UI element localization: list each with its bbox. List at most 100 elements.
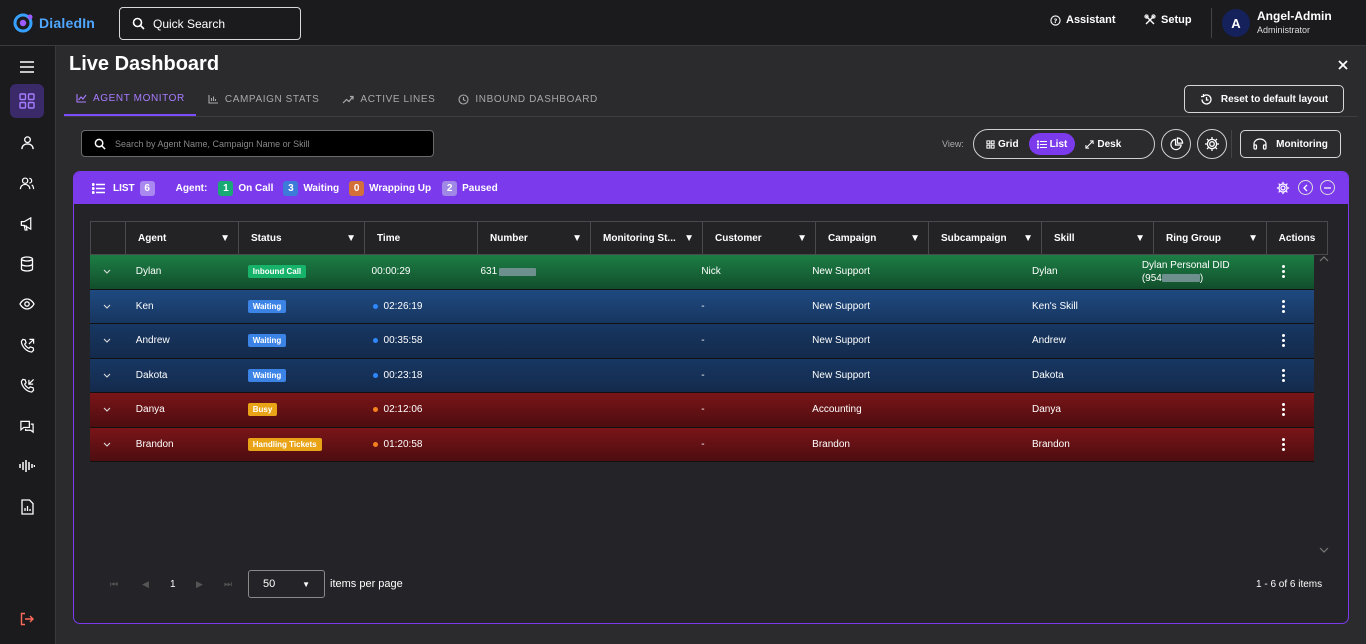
more-actions-icon[interactable]	[1282, 334, 1286, 348]
monitoring-button[interactable]: Monitoring	[1240, 130, 1341, 158]
header-time[interactable]: Time	[364, 222, 477, 254]
status-cell: Waiting	[236, 359, 361, 393]
chevron-down-icon[interactable]	[103, 269, 111, 275]
user-name[interactable]: Angel-Admin	[1257, 9, 1332, 23]
close-icon[interactable]	[1336, 58, 1350, 72]
next-page-button[interactable]: ▶	[196, 570, 203, 598]
chevron-down-icon[interactable]	[103, 338, 111, 344]
table-row[interactable]: Brandon Handling Tickets 01:20:58 - Brandon B…	[90, 427, 1314, 462]
current-page[interactable]: 1	[170, 570, 176, 598]
sidebar-item-users[interactable]	[10, 166, 44, 200]
per-page-select[interactable]: 50 ▼	[248, 570, 325, 598]
sidebar-item-database[interactable]	[10, 247, 44, 281]
table-row[interactable]: Andrew Waiting 00:35:58 - New Support Andrew	[90, 324, 1314, 359]
chevron-down-icon[interactable]	[103, 304, 111, 309]
panel-collapse-left-button[interactable]	[1298, 180, 1313, 195]
filter-icon[interactable]: ▼	[1023, 233, 1033, 244]
table-row[interactable]: Danya Busy 02:12:06 - Accounting Danya	[90, 393, 1314, 428]
chevron-down-icon[interactable]	[103, 442, 111, 447]
reset-layout-button[interactable]: Reset to default layout	[1184, 85, 1344, 113]
paused-label[interactable]: Paused	[462, 183, 498, 194]
actions-cell[interactable]	[1254, 255, 1314, 289]
tab-inbound-dashboard[interactable]: INBOUND DASHBOARD	[446, 90, 608, 116]
chevron-up-icon[interactable]	[1319, 256, 1329, 262]
expand-cell[interactable]	[90, 290, 124, 324]
view-grid-button[interactable]: Grid	[978, 133, 1027, 155]
table-row[interactable]: Ken Waiting 02:26:19 - New Support Ken's Skil…	[90, 289, 1314, 324]
more-actions-icon[interactable]	[1282, 265, 1286, 279]
on-call-label[interactable]: On Call	[238, 183, 273, 194]
more-actions-icon[interactable]	[1282, 299, 1286, 313]
actions-cell[interactable]	[1254, 324, 1314, 358]
header-number[interactable]: Number ▼	[477, 222, 590, 254]
header-subcampaign[interactable]: Subcampaign ▼	[928, 222, 1041, 254]
sidebar-item-inbound[interactable]	[10, 368, 44, 402]
filter-icon[interactable]: ▼	[572, 233, 582, 244]
expand-cell[interactable]	[90, 255, 124, 289]
header-status[interactable]: Status ▼	[238, 222, 364, 254]
tab-campaign-stats[interactable]: CAMPAIGN STATS	[196, 90, 331, 116]
agent-search-input[interactable]	[115, 138, 415, 149]
sidebar-item-reports[interactable]	[10, 490, 44, 524]
header-skill[interactable]: Skill ▼	[1041, 222, 1153, 254]
table-scrollbar[interactable]	[1319, 256, 1329, 561]
actions-cell[interactable]	[1254, 428, 1314, 462]
avatar[interactable]: A	[1222, 9, 1250, 37]
sidebar-item-monitor[interactable]	[10, 287, 44, 321]
header-campaign[interactable]: Campaign ▼	[815, 222, 928, 254]
table-row[interactable]: Dakota Waiting 00:23:18 - New Support Dakota	[90, 358, 1314, 393]
sidebar-item-voice[interactable]	[10, 449, 44, 483]
time-cell: 00:35:58	[361, 324, 473, 358]
waiting-label[interactable]: Waiting	[303, 183, 339, 194]
app-logo[interactable]: DialedIn	[12, 11, 95, 35]
settings-button[interactable]	[1197, 129, 1227, 159]
sidebar-item-user[interactable]	[10, 125, 44, 159]
filter-icon[interactable]: ▼	[220, 233, 230, 244]
actions-cell[interactable]	[1254, 290, 1314, 324]
more-actions-icon[interactable]	[1282, 437, 1286, 451]
tab-agent-monitor[interactable]: AGENT MONITOR	[64, 90, 196, 116]
chevron-down-icon[interactable]	[1319, 547, 1329, 553]
filter-icon[interactable]: ▼	[684, 233, 694, 244]
expand-cell[interactable]	[90, 428, 124, 462]
wrapping-up-label[interactable]: Wrapping Up	[369, 183, 431, 194]
actions-cell[interactable]	[1254, 359, 1314, 393]
tab-active-lines[interactable]: ACTIVE LINES	[330, 90, 446, 116]
filter-icon[interactable]: ▼	[1135, 233, 1145, 244]
quick-search-button[interactable]: Quick Search	[119, 7, 301, 40]
chart-view-button[interactable]	[1161, 129, 1191, 159]
header-agent[interactable]: Agent ▼	[125, 222, 238, 254]
more-actions-icon[interactable]	[1282, 403, 1286, 417]
table-row[interactable]: Dylan Inbound Call 00:00:29 631 Nick New Supp…	[90, 255, 1314, 290]
panel-settings-button[interactable]	[1275, 180, 1290, 195]
actions-cell[interactable]	[1254, 393, 1314, 427]
filter-icon[interactable]: ▼	[1248, 233, 1258, 244]
sidebar-item-outbound[interactable]	[10, 328, 44, 362]
view-desk-button[interactable]: Desk	[1077, 133, 1129, 155]
panel-minimize-button[interactable]	[1320, 180, 1335, 195]
sidebar-item-campaigns[interactable]	[10, 206, 44, 240]
assistant-button[interactable]: ? Assistant	[1050, 14, 1116, 26]
expand-cell[interactable]	[90, 359, 124, 393]
sidebar-item-chat[interactable]	[10, 409, 44, 443]
header-monitoring-status[interactable]: Monitoring St... ▼	[590, 222, 702, 254]
filter-icon[interactable]: ▼	[910, 233, 920, 244]
filter-icon[interactable]: ▼	[797, 233, 807, 244]
logout-button[interactable]	[10, 602, 44, 636]
time-value: 00:00:29	[371, 266, 411, 278]
sidebar-item-dashboard[interactable]	[10, 84, 44, 118]
menu-toggle-button[interactable]	[10, 50, 44, 84]
chevron-down-icon[interactable]	[103, 373, 111, 378]
first-page-button[interactable]: ⏮	[110, 570, 118, 598]
setup-button[interactable]: Setup	[1144, 14, 1192, 26]
chevron-down-icon[interactable]	[103, 407, 111, 413]
last-page-button[interactable]: ⏭	[224, 570, 232, 598]
view-list-button[interactable]: List	[1028, 133, 1076, 155]
header-customer[interactable]: Customer ▼	[702, 222, 815, 254]
prev-page-button[interactable]: ◀	[142, 570, 149, 598]
header-ring-group[interactable]: Ring Group ▼	[1153, 222, 1266, 254]
filter-icon[interactable]: ▼	[346, 233, 356, 244]
expand-cell[interactable]	[90, 324, 124, 358]
more-actions-icon[interactable]	[1282, 368, 1286, 382]
expand-cell[interactable]	[90, 393, 124, 427]
